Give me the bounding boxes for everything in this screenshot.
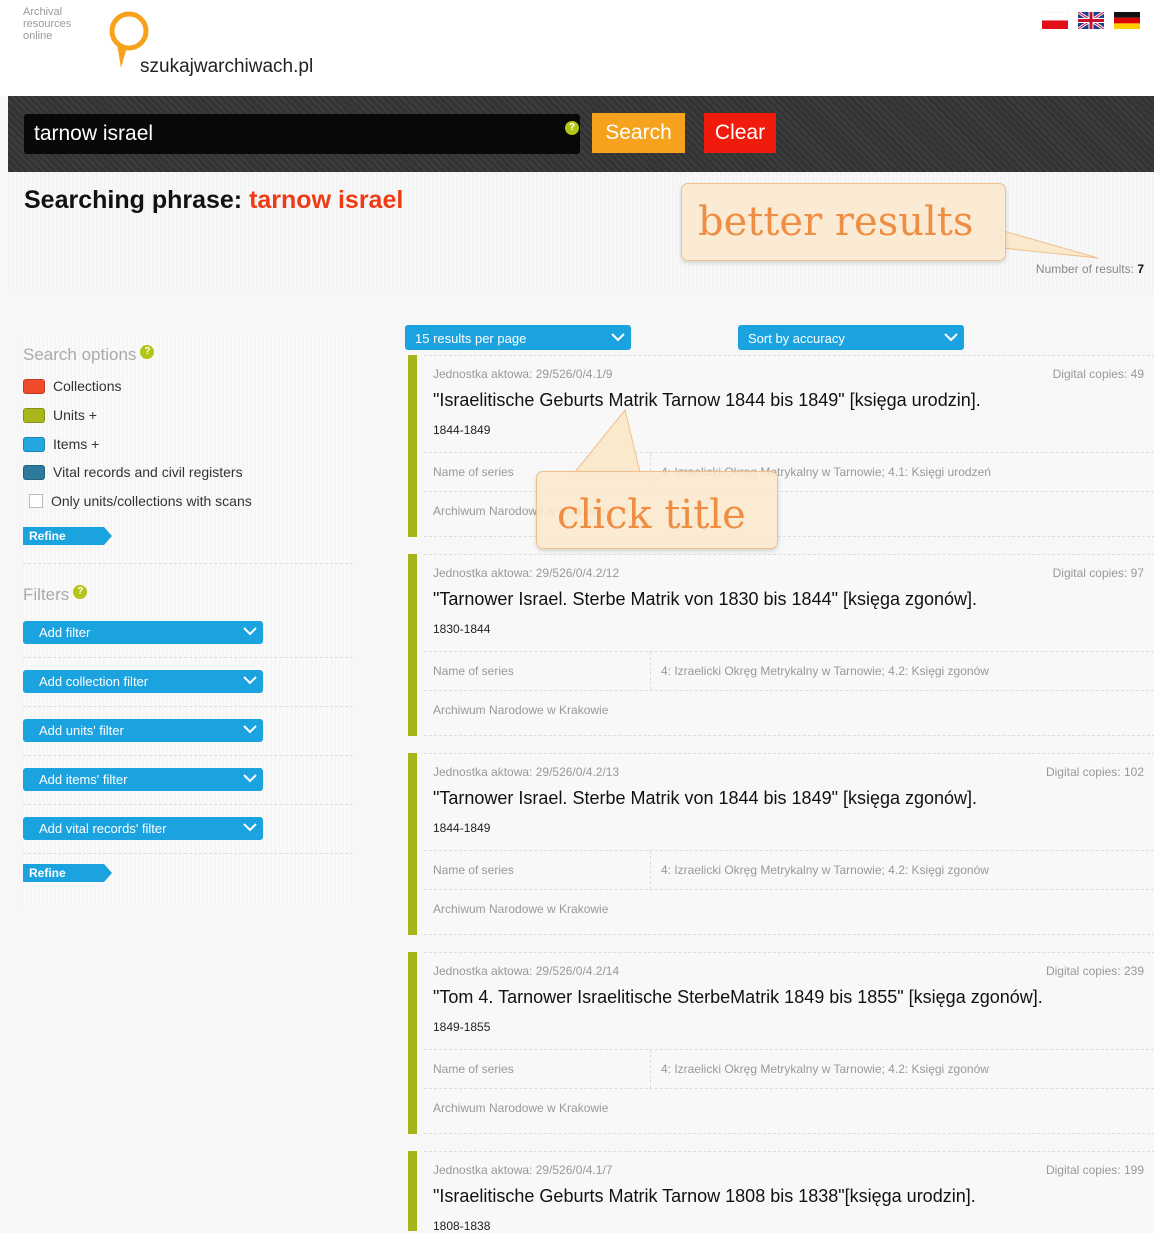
better-results-callout: better results bbox=[681, 183, 1006, 261]
click-title-callout: click title bbox=[536, 471, 778, 549]
